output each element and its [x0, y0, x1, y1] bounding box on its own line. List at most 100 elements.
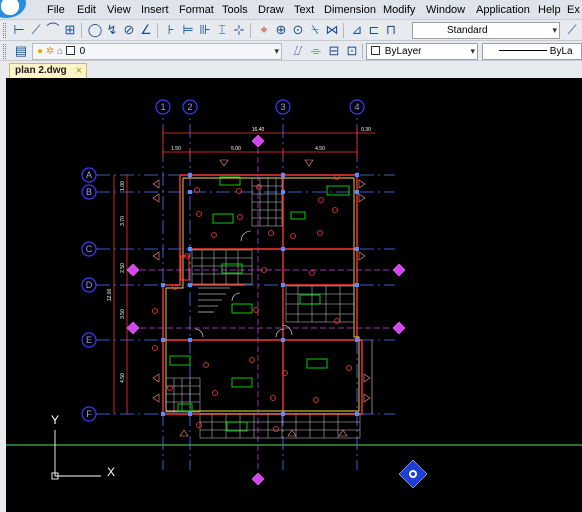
aligned-dimension-icon[interactable]: ⟋: [28, 22, 44, 38]
tab-label: plan 2.dwg: [15, 65, 67, 76]
menu-view[interactable]: View: [107, 4, 131, 16]
color-value: ByLayer: [384, 46, 422, 57]
column-label: 2: [187, 102, 192, 112]
angular-dimension-icon[interactable]: ∠: [138, 22, 154, 38]
text-style-value: Standard: [447, 25, 488, 36]
linear-dimension-icon[interactable]: ⊢: [11, 22, 27, 38]
dimension-break-icon[interactable]: ⊹: [231, 22, 247, 38]
menu-file[interactable]: File: [47, 4, 65, 16]
dimension-space-icon[interactable]: ⌶: [214, 22, 230, 38]
menu-text[interactable]: Text: [294, 4, 314, 16]
dimension-text: 1.50: [171, 146, 181, 152]
dimension-text: 0.30: [361, 127, 371, 133]
row-label: C: [86, 244, 93, 254]
chevron-down-icon: ▾: [470, 46, 475, 56]
inspection-icon[interactable]: ⊙: [290, 22, 306, 38]
linetype-value: ByLa: [549, 46, 573, 57]
document-tab-strip: plan 2.dwg ×: [0, 61, 582, 78]
dimension-text: 3.70: [120, 216, 126, 226]
dimension-toolbar: ⊢ ⟋ ⌒ ⊞ ◯ ↯ ⊘ ∠ ⊦ ⊨ ⊪ ⌶ ⊹ ⌖ ⊕ ⊙ ⍀ ⋈ ⊿ ⊏ …: [0, 20, 582, 41]
stair-railing: [180, 255, 190, 281]
dimension-text-edit-icon[interactable]: ⊿: [349, 22, 365, 38]
menu-insert[interactable]: Insert: [141, 4, 169, 16]
dimension-text: 3.50: [120, 309, 126, 319]
jogged-linear-icon[interactable]: ⍀: [307, 22, 323, 38]
diameter-dimension-icon[interactable]: ⊘: [121, 22, 137, 38]
dimension-edit-icon[interactable]: ⋈: [324, 22, 340, 38]
row-label: F: [86, 409, 92, 419]
menu-application[interactable]: Application: [476, 4, 530, 16]
top-dimension-lines: [162, 128, 375, 158]
row-label: A: [86, 170, 92, 180]
layer-select[interactable]: ● ✲ ⌂ 0 ▾: [32, 43, 282, 60]
menu-modify[interactable]: Modify: [383, 4, 415, 16]
toolbar-grip[interactable]: [3, 44, 6, 59]
sun-icon: ✲: [45, 46, 55, 57]
inner-wall-lines: [165, 177, 360, 412]
row-label: E: [86, 335, 92, 345]
layer-isolate-icon[interactable]: ⊡: [344, 43, 360, 59]
row-bubbles: [81, 167, 97, 422]
ucs-icon: [51, 430, 101, 480]
dimension-style-icon[interactable]: ⊓: [383, 22, 399, 38]
layer-states-icon[interactable]: ⊟: [326, 43, 342, 59]
column-label: 3: [280, 102, 285, 112]
menu-bar: File Edit View Insert Format Tools Draw …: [0, 0, 582, 20]
layer-color-swatch: [65, 46, 75, 55]
make-current-layer-icon[interactable]: ⌰: [290, 43, 306, 59]
text-style-manager-icon[interactable]: ⟋: [564, 22, 580, 38]
tab-plan-2[interactable]: plan 2.dwg ×: [9, 63, 87, 78]
section-markers: [126, 134, 406, 486]
color-select[interactable]: ByLayer ▾: [366, 43, 478, 60]
menu-express[interactable]: Ex: [567, 4, 580, 16]
radius-dimension-icon[interactable]: ◯: [87, 22, 103, 38]
text-style-select[interactable]: Standard ▾: [412, 22, 560, 39]
app-logo-icon[interactable]: [0, 0, 26, 18]
menu-tools[interactable]: Tools: [222, 4, 248, 16]
jogged-dimension-icon[interactable]: ↯: [104, 22, 120, 38]
floor-plan-drawing: 1 2 3 4 A B C D E F 16.40 0.30 1.50 5.00…: [6, 99, 582, 489]
continue-dimension-icon[interactable]: ⊪: [197, 22, 213, 38]
column-label: 4: [354, 102, 359, 112]
linetype-select[interactable]: ByLa: [482, 43, 582, 60]
linetype-preview: [499, 50, 547, 51]
quick-dimension-icon[interactable]: ⊦: [163, 22, 179, 38]
hatched-areas: [165, 177, 361, 439]
drawing-canvas[interactable]: 1 2 3 4 A B C D E F 16.40 0.30 1.50 5.00…: [0, 78, 582, 512]
baseline-dimension-icon[interactable]: ⊨: [180, 22, 196, 38]
ucs-y-label: Y: [51, 413, 59, 427]
layer-manager-icon[interactable]: ▤: [13, 43, 29, 59]
dimension-text: 12.00: [107, 289, 113, 302]
dimension-text: 1.00: [120, 181, 126, 191]
dimension-text: 4.50: [315, 146, 325, 152]
menu-window[interactable]: Window: [426, 4, 465, 16]
chevron-down-icon: ▾: [552, 25, 557, 35]
color-swatch: [371, 46, 380, 55]
ordinate-dimension-icon[interactable]: ⊞: [62, 22, 78, 38]
tolerance-icon[interactable]: ⌖: [256, 22, 272, 38]
lock-icon: ⌂: [57, 46, 64, 57]
arc-length-icon[interactable]: ⌒: [45, 22, 61, 38]
layer-previous-icon[interactable]: ⌯: [308, 43, 324, 59]
row-label: D: [86, 280, 93, 290]
chevron-down-icon: ▾: [274, 46, 279, 56]
layers-properties-toolbar: ▤ ● ✲ ⌂ 0 ▾ ⌰ ⌯ ⊟ ⊡ ByLayer ▾ ByLa: [0, 41, 582, 61]
menu-format[interactable]: Format: [179, 4, 214, 16]
menu-help[interactable]: Help: [538, 4, 561, 16]
dimension-text: 2.50: [120, 263, 126, 273]
column-label: 1: [160, 102, 165, 112]
dimension-text: 4.50: [120, 373, 126, 383]
close-icon[interactable]: ×: [76, 64, 82, 78]
menu-draw[interactable]: Draw: [258, 4, 284, 16]
menu-edit[interactable]: Edit: [77, 4, 96, 16]
toolbar-grip[interactable]: [3, 23, 6, 38]
center-mark-icon[interactable]: ⊕: [273, 22, 289, 38]
dimension-text: 5.00: [231, 146, 241, 152]
north-arrow-icon: [398, 459, 428, 489]
menu-dimension[interactable]: Dimension: [324, 4, 376, 16]
dimension-text: 16.40: [252, 127, 265, 133]
lightbulb-icon: ●: [37, 46, 44, 57]
dimension-update-icon[interactable]: ⊏: [366, 22, 382, 38]
stair: [198, 287, 230, 313]
layer-name: 0: [79, 46, 86, 57]
